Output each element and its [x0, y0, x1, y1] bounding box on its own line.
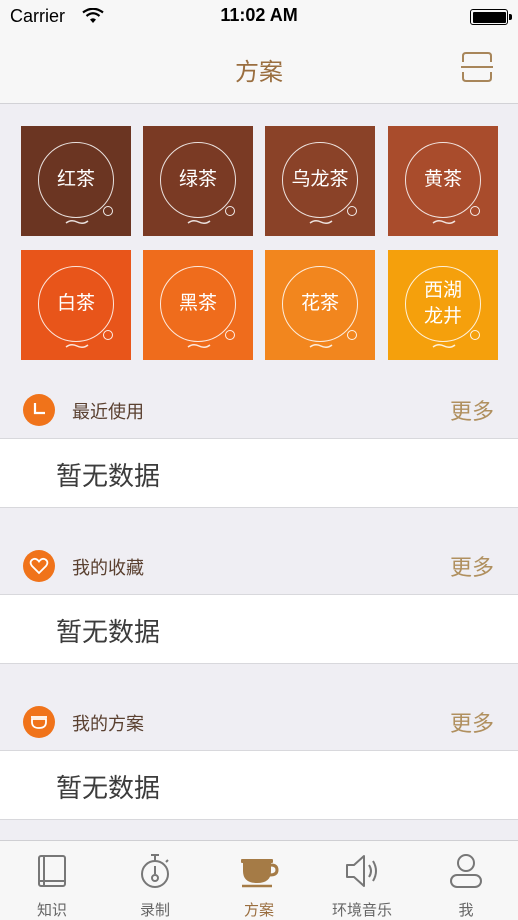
tea-ring: 乌龙茶 — [282, 142, 358, 218]
tea-label: 乌龙茶 — [291, 168, 349, 191]
tab-me[interactable]: 我 — [414, 841, 518, 920]
scan-icon[interactable] — [460, 50, 494, 84]
empty-state-text: 暂无数据 — [56, 462, 161, 492]
tea-label: 白茶 — [56, 292, 95, 315]
tea-tile-flower-tea[interactable]: 花茶 — [265, 250, 375, 360]
battery-icon — [470, 9, 512, 25]
tab-knowledge[interactable]: 知识 — [0, 841, 104, 920]
section-header-favorites: 我的收藏 更多 — [0, 540, 518, 592]
tea-tile-dark-tea[interactable]: 黑茶 — [143, 250, 253, 360]
heart-icon — [23, 550, 55, 582]
steam-wave-icon — [432, 343, 456, 349]
section-body-favorites: 暂无数据 — [0, 594, 518, 664]
tea-ring: 花茶 — [282, 266, 358, 342]
book-icon — [38, 855, 66, 887]
tea-dot — [103, 206, 113, 216]
navigation-bar: 方案 — [0, 34, 518, 104]
tea-label: 西湖 龙井 — [423, 279, 462, 327]
tea-tile-xihu-longjing[interactable]: 西湖 龙井 — [388, 250, 498, 360]
tea-tile-green-tea[interactable]: 绿茶 — [143, 126, 253, 236]
tea-dot — [347, 330, 357, 340]
section-body-my-plans: 暂无数据 — [0, 750, 518, 820]
tea-tile-black-tea[interactable]: 红茶 — [21, 126, 131, 236]
section-header-my-plans: 我的方案 更多 — [0, 696, 518, 748]
tea-ring: 白茶 — [38, 266, 114, 342]
tab-record[interactable]: 录制 — [103, 841, 207, 920]
coffee-cup-icon — [241, 859, 279, 888]
section-title: 我的收藏 — [72, 558, 144, 579]
tea-dot — [103, 330, 113, 340]
speaker-icon — [346, 855, 377, 887]
tea-label: 绿茶 — [178, 168, 217, 191]
person-icon — [450, 854, 482, 888]
tab-bar: 知识 录制 方案 环境音乐 我 — [0, 840, 518, 920]
clock: 11:02 AM — [220, 5, 298, 25]
section-title: 我的方案 — [72, 714, 144, 735]
tea-dot — [470, 206, 480, 216]
tea-tile-white-tea[interactable]: 白茶 — [21, 250, 131, 360]
more-link[interactable]: 更多 — [450, 706, 494, 738]
tea-dot — [470, 330, 480, 340]
tea-ring: 黄茶 — [405, 142, 481, 218]
steam-wave-icon — [65, 219, 89, 225]
tea-label: 黑茶 — [178, 292, 217, 315]
teacup-icon — [23, 706, 55, 738]
tea-label: 黄茶 — [423, 168, 462, 191]
tab-label: 录制 — [139, 901, 170, 919]
tea-label: 花茶 — [300, 292, 339, 315]
tab-label: 环境音乐 — [331, 901, 392, 919]
tea-label: 红茶 — [56, 168, 95, 191]
stopwatch-icon — [141, 854, 169, 888]
more-link[interactable]: 更多 — [450, 550, 494, 582]
clock-icon — [23, 394, 55, 426]
steam-wave-icon — [432, 219, 456, 225]
steam-wave-icon — [187, 343, 211, 349]
steam-wave-icon — [65, 343, 89, 349]
tea-tile-oolong-tea[interactable]: 乌龙茶 — [265, 126, 375, 236]
section-title: 最近使用 — [72, 402, 144, 423]
tea-tile-yellow-tea[interactable]: 黄茶 — [388, 126, 498, 236]
tab-ambient-music[interactable]: 环境音乐 — [310, 841, 414, 920]
more-link[interactable]: 更多 — [450, 394, 494, 426]
steam-wave-icon — [309, 219, 333, 225]
empty-state-text: 暂无数据 — [56, 774, 161, 804]
tea-ring: 绿茶 — [160, 142, 236, 218]
tea-dot — [347, 206, 357, 216]
section-body-recent: 暂无数据 — [0, 438, 518, 508]
status-bar: Carrier 11:02 AM — [0, 0, 518, 34]
tab-label: 方案 — [243, 901, 274, 919]
section-header-recent: 最近使用 更多 — [0, 384, 518, 436]
tea-ring: 西湖 龙井 — [405, 266, 481, 342]
tab-label: 知识 — [36, 901, 67, 919]
tab-plans[interactable]: 方案 — [207, 841, 311, 920]
steam-wave-icon — [187, 219, 211, 225]
page-title: 方案 — [235, 58, 283, 86]
empty-state-text: 暂无数据 — [56, 618, 161, 648]
tab-label: 我 — [458, 901, 474, 919]
tea-dot — [225, 330, 235, 340]
steam-wave-icon — [309, 343, 333, 349]
tea-ring: 黑茶 — [160, 266, 236, 342]
tea-dot — [225, 206, 235, 216]
tea-ring: 红茶 — [38, 142, 114, 218]
